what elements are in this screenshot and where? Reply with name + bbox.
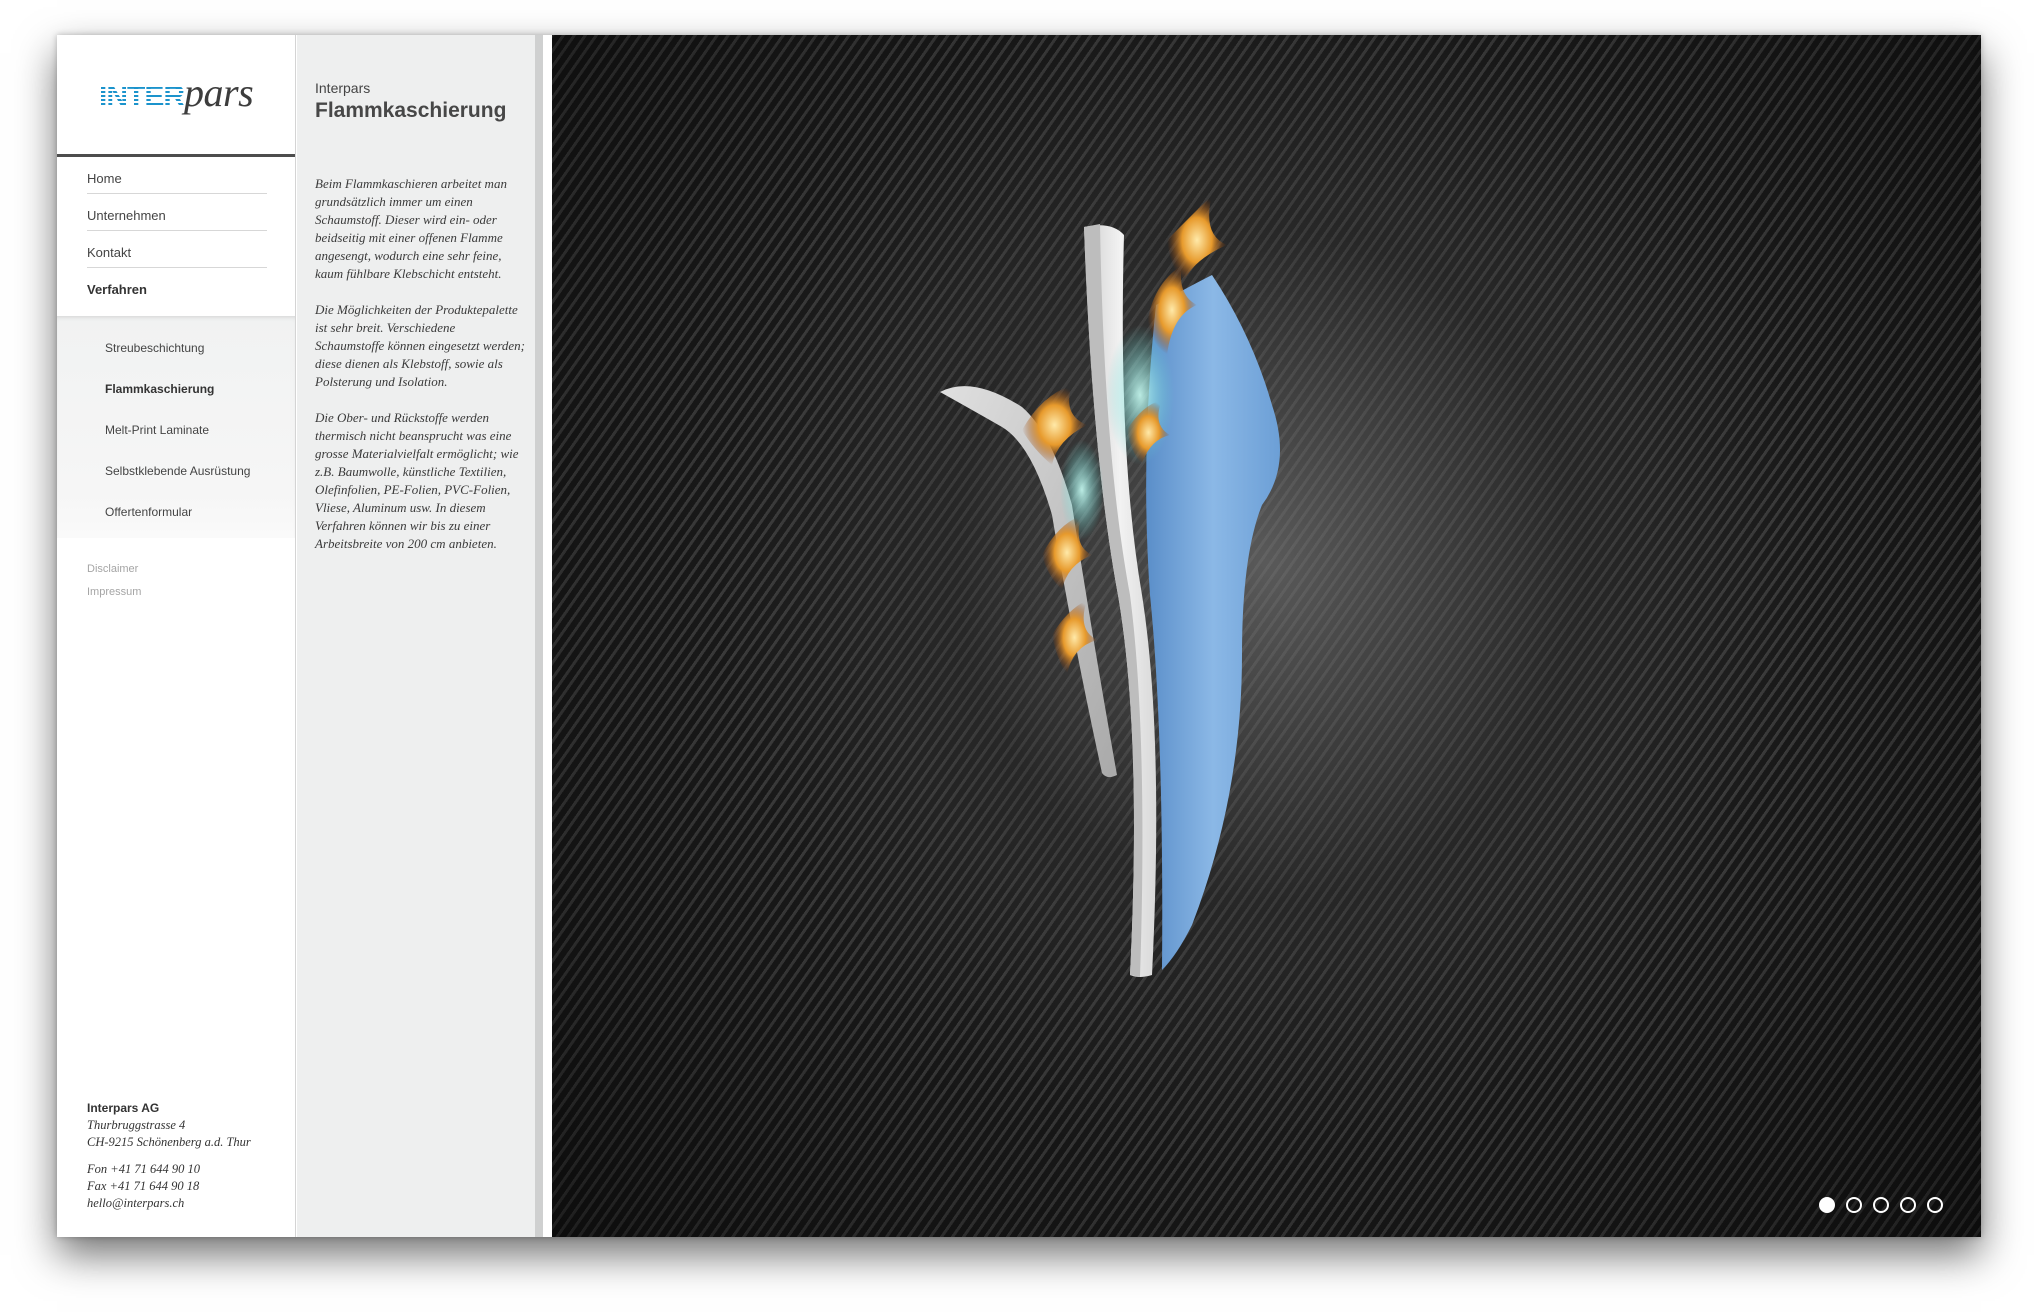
- slide-dot-3[interactable]: [1873, 1197, 1889, 1213]
- sidebar: INTERpars Home Unternehmen Kontakt Verfa…: [57, 35, 296, 1237]
- logo-pars: pars: [184, 70, 254, 115]
- interpars-logo[interactable]: INTERpars: [99, 70, 254, 115]
- image-slider: [552, 35, 1981, 1237]
- email-link[interactable]: hello@interpars.ch: [87, 1195, 251, 1212]
- slide-dot-4[interactable]: [1900, 1197, 1916, 1213]
- main-navigation: Home Unternehmen Kontakt Verfahren: [57, 157, 295, 305]
- flame-lamination-illustration: [940, 195, 1280, 977]
- subnav-item-offertenformular[interactable]: Offertenformular: [57, 492, 295, 533]
- slide-dot-5[interactable]: [1927, 1197, 1943, 1213]
- legal-links: Disclaimer Impressum: [87, 558, 141, 604]
- page-kicker: Interpars: [315, 80, 371, 96]
- paragraph: Die Möglichkeiten der Produktepalette is…: [315, 302, 525, 389]
- content-column: Interpars Flammkaschierung Beim Flammkas…: [297, 35, 543, 1237]
- impressum-link[interactable]: Impressum: [87, 581, 141, 604]
- disclaimer-link[interactable]: Disclaimer: [87, 558, 141, 581]
- body-text: Beim Flammkaschieren arbeitet man grunds…: [315, 175, 527, 571]
- subnav-item-melt-print-laminate[interactable]: Melt-Print Laminate: [57, 410, 295, 451]
- logo-area: INTERpars: [57, 35, 295, 157]
- address-street: Thurbruggstrasse 4: [87, 1118, 186, 1132]
- slide-dot-1[interactable]: [1819, 1197, 1835, 1213]
- page-title: Flammkaschierung: [315, 99, 507, 122]
- sub-navigation: Streubeschichtung Flammkaschierung Melt-…: [57, 316, 295, 538]
- subnav-item-flammkaschierung[interactable]: Flammkaschierung: [57, 369, 295, 410]
- fax-number: Fax +41 71 644 90 18: [87, 1179, 200, 1193]
- company-address: Interpars AG Thurbruggstrasse 4 CH-9215 …: [87, 1100, 251, 1212]
- address-city: CH-9215 Schönenberg a.d. Thur: [87, 1135, 251, 1149]
- slide-dot-2[interactable]: [1846, 1197, 1862, 1213]
- nav-item-home[interactable]: Home: [87, 157, 267, 194]
- browser-window: INTERpars Home Unternehmen Kontakt Verfa…: [57, 35, 1981, 1237]
- slider-pagination: [1819, 1197, 1943, 1213]
- company-name: Interpars AG: [87, 1101, 160, 1115]
- logo-inter: INTER: [99, 80, 185, 113]
- subnav-item-streubeschichtung[interactable]: Streubeschichtung: [57, 328, 295, 369]
- nav-item-verfahren[interactable]: Verfahren: [87, 268, 267, 305]
- subnav-item-selbstklebende-ausruestung[interactable]: Selbstklebende Ausrüstung: [57, 451, 295, 492]
- paragraph: Die Ober- und Rückstoffe werden thermisc…: [315, 410, 519, 551]
- nav-item-kontakt[interactable]: Kontakt: [87, 231, 267, 268]
- nav-item-unternehmen[interactable]: Unternehmen: [87, 194, 267, 231]
- phone-number: Fon +41 71 644 90 10: [87, 1162, 200, 1176]
- paragraph: Beim Flammkaschieren arbeitet man grunds…: [315, 176, 507, 281]
